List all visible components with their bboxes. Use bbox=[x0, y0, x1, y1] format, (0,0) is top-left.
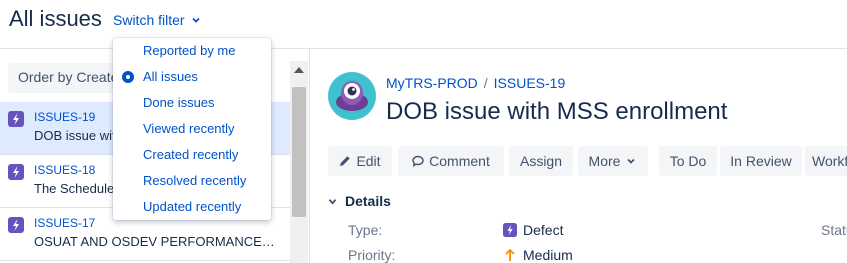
defect-icon bbox=[8, 164, 24, 180]
more-button[interactable]: More bbox=[578, 146, 648, 176]
filter-item-done-issues[interactable]: Done issues bbox=[113, 90, 271, 116]
comment-label: Comment bbox=[429, 153, 490, 169]
filter-item-updated-recently[interactable]: Updated recently bbox=[113, 194, 271, 220]
project-avatar-icon bbox=[328, 72, 376, 120]
issue-toolbar: Edit Comment Assign More To Do In Review… bbox=[328, 146, 847, 176]
breadcrumb-project-link[interactable]: MyTRS-PROD bbox=[386, 75, 478, 91]
priority-value: Medium bbox=[503, 247, 573, 263]
chevron-down-icon bbox=[191, 17, 200, 23]
issue-key: ISSUES-18 bbox=[34, 163, 96, 177]
type-label: Type: bbox=[348, 222, 383, 238]
comment-icon bbox=[412, 155, 424, 167]
in-review-label: In Review bbox=[730, 153, 792, 169]
workflow-button[interactable]: Workflow bbox=[805, 146, 847, 176]
filter-item-all-issues[interactable]: All issues bbox=[113, 64, 271, 90]
switch-filter-menu: Reported by me All issues Done issues Vi… bbox=[113, 38, 271, 220]
edit-label: Edit bbox=[356, 153, 381, 169]
breadcrumb-separator: / bbox=[483, 75, 488, 91]
issue-title: DOB issue with MSS enrollment bbox=[386, 98, 728, 125]
edit-button[interactable]: Edit bbox=[328, 146, 392, 176]
breadcrumb-issue-link[interactable]: ISSUES-19 bbox=[494, 75, 566, 91]
assign-label: Assign bbox=[519, 153, 563, 169]
status-label: Status: bbox=[821, 222, 847, 238]
priority-value-text: Medium bbox=[523, 247, 573, 263]
radio-selected-icon bbox=[122, 71, 134, 83]
pencil-icon bbox=[340, 156, 351, 166]
issue-summary: OSUAT AND OSDEV PERFORMANCE… bbox=[34, 234, 275, 249]
priority-label: Priority: bbox=[348, 247, 396, 263]
switch-filter-button[interactable]: Switch filter bbox=[113, 12, 201, 28]
todo-label: To Do bbox=[669, 153, 707, 169]
arrow-up-icon bbox=[505, 248, 515, 261]
filter-item-label: All issues bbox=[143, 69, 198, 84]
switch-filter-label: Switch filter bbox=[113, 12, 185, 28]
scroll-up-arrow-icon[interactable] bbox=[294, 67, 304, 73]
page-title: All issues bbox=[9, 6, 102, 31]
issue-key: ISSUES-19 bbox=[34, 110, 96, 124]
breadcrumb: MyTRS-PROD / ISSUES-19 bbox=[386, 75, 565, 91]
defect-icon bbox=[8, 111, 24, 127]
order-by-button[interactable]: Order by Created bbox=[8, 63, 113, 93]
assign-button[interactable]: Assign bbox=[509, 146, 573, 176]
details-heading: Details bbox=[345, 193, 391, 209]
defect-icon bbox=[8, 217, 24, 233]
filter-item-created-recently[interactable]: Created recently bbox=[113, 142, 271, 168]
filter-item-resolved-recently[interactable]: Resolved recently bbox=[113, 168, 271, 194]
scrollbar-thumb[interactable] bbox=[292, 87, 306, 217]
chevron-down-icon bbox=[627, 158, 636, 164]
issue-detail-panel: MyTRS-PROD / ISSUES-19 DOB issue with MS… bbox=[311, 49, 847, 263]
more-label: More bbox=[588, 153, 621, 169]
comment-button[interactable]: Comment bbox=[398, 146, 504, 176]
type-value: Defect bbox=[503, 222, 563, 238]
chevron-down-icon bbox=[328, 198, 337, 204]
todo-transition-button[interactable]: To Do bbox=[659, 146, 717, 176]
issue-key: ISSUES-17 bbox=[34, 216, 96, 230]
issue-list-scrollbar[interactable] bbox=[290, 61, 308, 263]
type-value-text: Defect bbox=[523, 222, 564, 238]
workflow-label: Workflow bbox=[812, 153, 847, 169]
issue-summary: The Scheduler bbox=[34, 181, 119, 196]
defect-icon bbox=[503, 223, 517, 237]
details-section-toggle[interactable]: Details bbox=[328, 193, 391, 209]
filter-item-viewed-recently[interactable]: Viewed recently bbox=[113, 116, 271, 142]
in-review-transition-button[interactable]: In Review bbox=[720, 146, 802, 176]
filter-item-reported-by-me[interactable]: Reported by me bbox=[113, 38, 271, 64]
